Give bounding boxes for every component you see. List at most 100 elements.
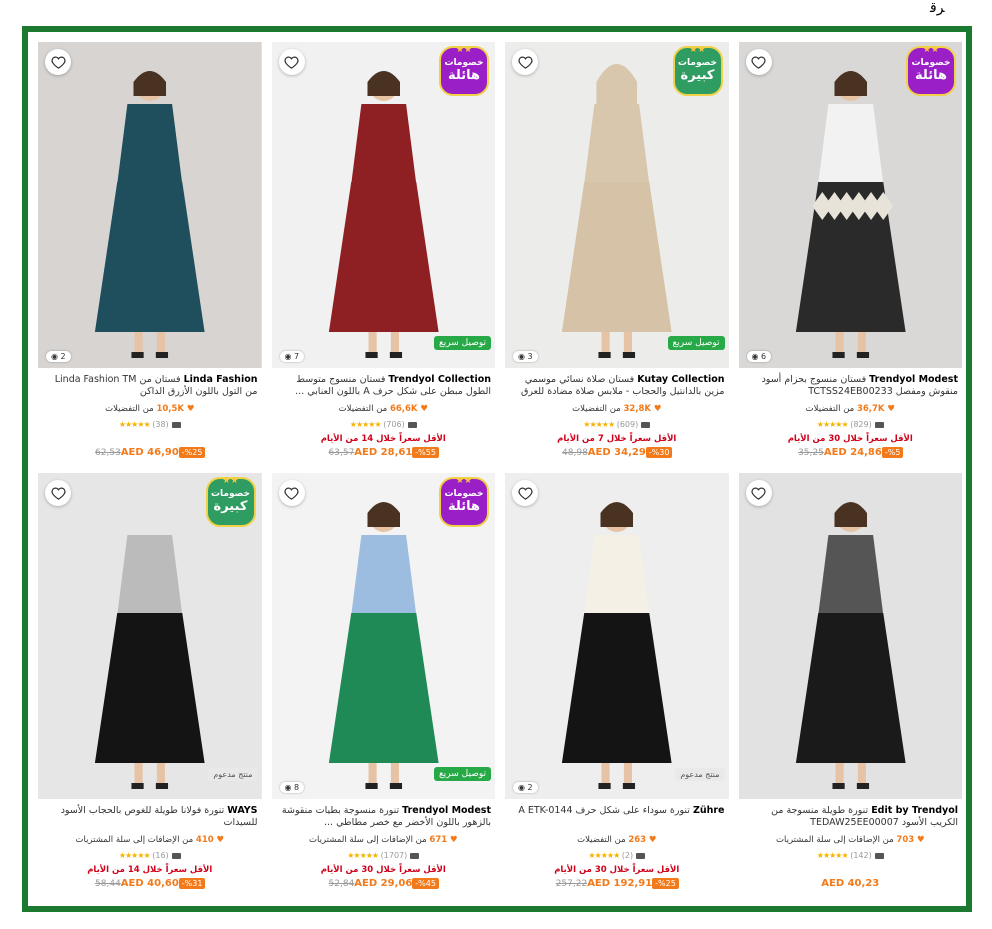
discount-label: -%5 xyxy=(881,447,904,458)
product-image[interactable]: 2 ◉ xyxy=(38,42,262,368)
heart-filled-icon: ♥ xyxy=(420,404,428,414)
old-price: 52,84 xyxy=(328,879,355,889)
heart-outline-icon xyxy=(284,56,299,69)
rating-stars-icon: ★★★★★ xyxy=(588,851,620,860)
favorite-button[interactable] xyxy=(45,480,71,506)
product-image[interactable]: ★★ خصومات كبيرة توصيل سريع 3 ◉ xyxy=(505,42,729,368)
heart-filled-icon: ♥ xyxy=(887,404,895,414)
camera-icon xyxy=(171,852,181,859)
favorite-button[interactable] xyxy=(745,480,772,506)
popularity-count: 703 xyxy=(896,835,915,845)
product-title[interactable]: Edit by Trendyol تنورة طويلة منسوجة من ا… xyxy=(739,799,963,831)
lowest-price-note: الأقل سعراً خلال 7 من الأيام xyxy=(557,434,677,444)
images-icon: ◉ xyxy=(51,352,58,361)
current-price: AED 192,91 xyxy=(587,878,653,889)
image-count[interactable]: 2 ◉ xyxy=(513,782,538,793)
popularity: ♥ 703 من الإضافات إلى سلة المشتريات xyxy=(739,835,963,847)
product-title[interactable]: Linda Fashion فستان من Linda Fashion TM … xyxy=(38,368,262,400)
product-card[interactable]: 2 ◉ Linda Fashion فستان من Linda Fashion … xyxy=(38,42,262,469)
image-count[interactable]: 6 ◉ xyxy=(746,351,772,362)
favorite-button[interactable] xyxy=(512,49,538,75)
heart-outline-icon xyxy=(751,487,766,500)
discount-label: -%55 xyxy=(412,447,439,458)
popularity-text: من التفضيلات xyxy=(338,404,388,414)
product-title[interactable]: Trendyol Modest تنورة منسوجة بطيات منقوش… xyxy=(272,799,496,831)
brand-name: Trendyol Modest xyxy=(402,805,491,816)
product-image[interactable]: ★★ خصومات هائلة توصيل سريع 7 ◉ xyxy=(271,42,495,368)
image-count[interactable]: 2 ◉ xyxy=(46,351,71,362)
sponsored-tag: منتج مدعوم xyxy=(675,768,725,781)
product-image[interactable]: ★★ خصومات هائلة 6 ◉ xyxy=(738,42,962,368)
product-card[interactable]: منتج مدعوم 2 ◉ Zühre تنورة سوداء على شكل ح… xyxy=(505,473,729,900)
heart-filled-icon: ♥ xyxy=(648,835,657,845)
brand-name: Trendyol Collection xyxy=(388,374,491,385)
rating-count: (706) xyxy=(383,420,405,429)
favorite-button[interactable] xyxy=(745,49,772,75)
product-title[interactable]: WAYS تنورة فولانا طويلة للغوص بالحجاب ال… xyxy=(38,799,262,831)
product-image[interactable] xyxy=(738,473,962,799)
product-card[interactable]: ★★ خصومات كبيرة توصيل سريع 3 ◉ Kutay Collecti… xyxy=(505,42,729,469)
price-row: 35,25AED 24,86 -%5 xyxy=(739,447,963,459)
stars-icon: ★★ xyxy=(922,45,940,55)
brand-name: Edit by Trendyol xyxy=(871,805,958,816)
heart-filled-icon: ♥ xyxy=(916,835,925,845)
image-count-value: 6 xyxy=(761,352,767,361)
product-grid-frame: ★★ خصومات هائلة 6 ◉ Trendyol Modest فستان من… xyxy=(22,26,972,912)
product-card[interactable]: ★★ خصومات هائلة 6 ◉ Trendyol Modest فستان من… xyxy=(738,42,963,469)
popularity-text: من الإضافات إلى سلة المشتريات xyxy=(309,835,427,845)
product-image[interactable]: منتج مدعوم 2 ◉ xyxy=(505,473,729,799)
product-card[interactable]: ★★ خصومات هائلة توصيل سريع 8 ◉ Trendyol Modes… xyxy=(271,473,496,900)
favorite-button[interactable] xyxy=(278,480,305,506)
image-count[interactable]: 3 ◉ xyxy=(513,351,538,362)
heart-outline-icon xyxy=(517,487,533,500)
rating-stars-icon: ★★★★★ xyxy=(347,851,379,860)
discount-label: -%25 xyxy=(178,447,206,458)
current-price: AED 28,61 xyxy=(354,447,413,458)
product-card[interactable]: ★★ خصومات هائلة توصيل سريع 7 ◉ Trendyol Colle… xyxy=(271,42,496,469)
image-count[interactable]: 7 ◉ xyxy=(279,351,305,362)
lowest-price-note: الأقل سعراً خلال 14 من الأيام xyxy=(320,434,446,444)
current-price: AED 29,06 xyxy=(354,878,413,889)
favorite-button[interactable] xyxy=(278,49,305,75)
price-row: AED 40,23 xyxy=(739,878,963,890)
favorite-button[interactable] xyxy=(512,480,538,506)
camera-icon xyxy=(171,421,181,428)
price-row: 62,53AED 46,90 -%25 xyxy=(38,447,262,459)
product-card[interactable]: Edit by Trendyol تنورة طويلة منسوجة من ا… xyxy=(738,473,963,900)
product-card[interactable]: ★★ خصومات كبيرة منتج مدعوم WAYS تنورة فولانا… xyxy=(38,473,262,900)
product-image[interactable]: ★★ خصومات كبيرة منتج مدعوم xyxy=(38,473,262,799)
image-count-value: 2 xyxy=(60,352,66,361)
favorite-button[interactable] xyxy=(45,49,71,75)
image-count-value: 7 xyxy=(294,352,300,361)
heart-filled-icon: ♥ xyxy=(653,404,662,414)
product-title[interactable]: Trendyol Collection فستان منسوج متوسط ال… xyxy=(272,368,496,400)
current-price: AED 40,23 xyxy=(821,878,880,889)
current-price: AED 40,60 xyxy=(120,878,179,889)
product-title[interactable]: Kutay Collection فستان صلاة نسائي موسمي … xyxy=(505,368,729,400)
camera-icon xyxy=(410,852,420,859)
product-title[interactable]: Zühre تنورة سوداء على شكل حرف A ETK-0144 xyxy=(505,799,729,831)
rating-stars-icon: ★★★★★ xyxy=(349,420,382,429)
rating-count: (609) xyxy=(616,420,639,429)
old-price: 58,44 xyxy=(95,879,121,889)
fast-delivery-tag: توصيل سريع xyxy=(434,336,491,350)
current-price: AED 34,29 xyxy=(587,447,646,458)
discount-badge: ★★ خصومات هائلة xyxy=(906,45,956,96)
badge-line2: هائلة xyxy=(448,498,480,514)
image-count-value: 3 xyxy=(527,352,533,361)
rating-count: (142) xyxy=(850,851,872,860)
product-title[interactable]: Trendyol Modest فستان منسوج بحزام أسود م… xyxy=(739,368,963,400)
heart-filled-icon: ♥ xyxy=(449,835,458,845)
popularity-count: 263 xyxy=(628,835,647,845)
discount-label: -%31 xyxy=(178,878,206,889)
image-count[interactable]: 8 ◉ xyxy=(279,782,305,793)
old-price: 63,57 xyxy=(328,448,355,458)
popularity-count: 410 xyxy=(195,835,214,845)
images-icon: ◉ xyxy=(284,352,292,361)
badge-line2: كبيرة xyxy=(680,67,715,83)
sponsored-tag: منتج مدعوم xyxy=(208,768,258,781)
rating: (829) ★★★★★ xyxy=(739,420,963,431)
rating-count: (38) xyxy=(152,420,169,429)
product-image[interactable]: ★★ خصومات هائلة توصيل سريع 8 ◉ xyxy=(271,473,495,799)
old-price: 257,22 xyxy=(555,879,588,889)
